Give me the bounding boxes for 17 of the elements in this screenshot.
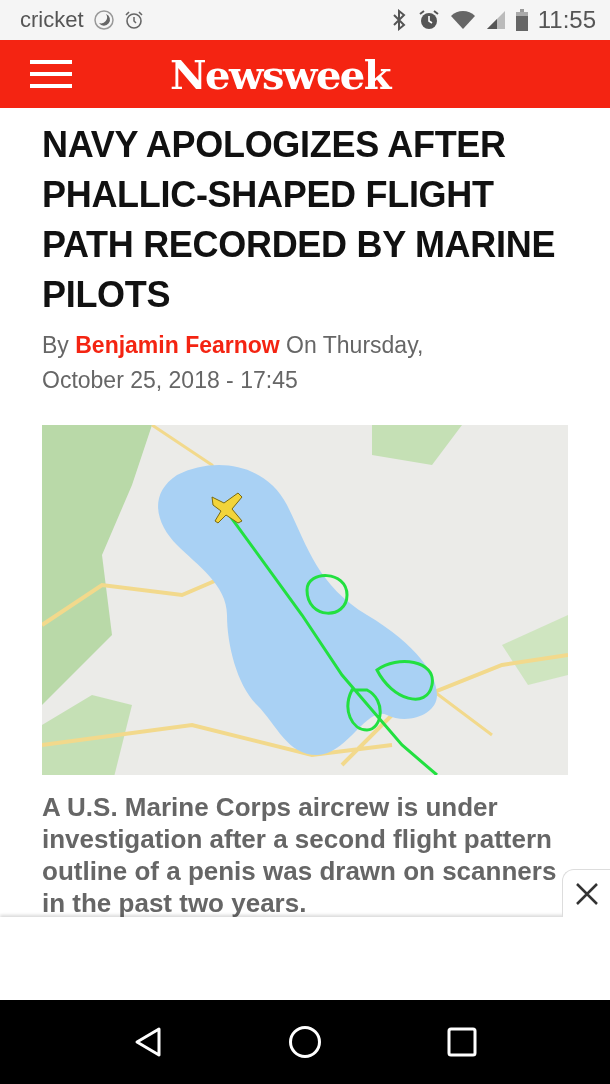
wifi-icon [449, 10, 476, 30]
moon-icon [93, 10, 114, 30]
alarm-icon [123, 10, 144, 30]
close-icon[interactable] [562, 869, 610, 917]
clock-time: 11:55 [537, 6, 596, 34]
recents-icon[interactable] [447, 1027, 478, 1057]
battery-icon [515, 9, 528, 31]
author-link[interactable]: Benjamin Fearnow [75, 332, 280, 358]
menu-icon[interactable] [30, 58, 72, 90]
alarm-icon [417, 9, 440, 31]
carrier-name: cricket [20, 7, 84, 33]
article-headline: NAVY APOLOGIZES AFTER PHALLIC-SHAPED FLIGHT PATH RECORDED BY MARINE PILOTS [42, 123, 557, 317]
site-logo[interactable]: Newsweek [170, 50, 390, 98]
home-icon[interactable] [288, 1025, 322, 1059]
byline: By Benjamin Fearnow On Thursday, October 25, 2018 - 17:45 [42, 331, 425, 395]
signal-icon [485, 10, 506, 30]
article-summary: A U.S. Marine Corps aircrew is under investigation after a second flight pattern outline of a penis was drawn on scanners in the past two years. [42, 791, 558, 919]
